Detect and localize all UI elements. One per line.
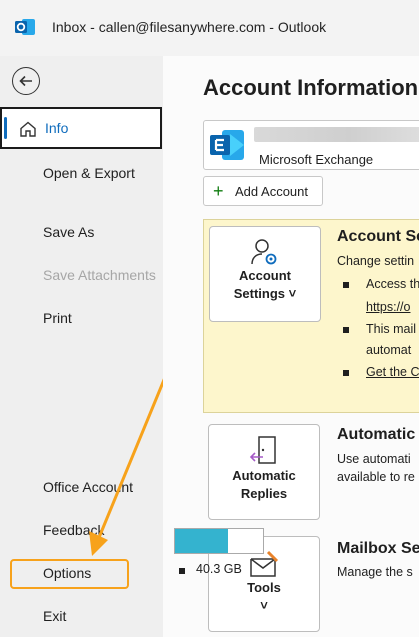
account-settings-heading: Account Se <box>337 228 419 245</box>
account-email-redacted <box>254 127 419 142</box>
door-arrow-icon <box>249 436 276 464</box>
bullet <box>343 282 349 288</box>
automatic-replies-label-1: Automatic <box>232 468 296 483</box>
automatic-replies-section: Automatic Replies Automatic Use automati… <box>203 422 419 528</box>
get-app-link[interactable]: Get the C <box>366 365 419 379</box>
mailbox-settings-heading: Mailbox Se <box>337 540 419 557</box>
bullet <box>179 568 185 574</box>
account-selector[interactable]: Microsoft Exchange <box>203 120 419 170</box>
automatic-replies-label-2: Replies <box>240 486 288 501</box>
bullet <box>343 327 349 333</box>
user-settings-icon <box>251 239 277 265</box>
exchange-icon <box>210 130 244 160</box>
mailbox-usage-fill <box>175 529 228 553</box>
automatic-replies-desc-1: Use automati <box>337 452 411 466</box>
mailbox-storage-size: 40.3 GB <box>196 562 242 576</box>
plus-icon: + <box>213 181 224 201</box>
account-settings-section: Account Settings ˅ Account Se Change set… <box>203 219 419 413</box>
account-settings-label-1: Account <box>239 268 291 283</box>
automatic-replies-heading: Automatic <box>337 426 416 443</box>
add-account-button[interactable]: + Add Account <box>203 176 323 206</box>
page-title: Account Information <box>203 75 419 100</box>
bullet <box>343 370 349 376</box>
account-type: Microsoft Exchange <box>259 152 374 167</box>
automatic-replies-desc-2: available to re <box>337 470 415 484</box>
tools-chevron: ˅ <box>260 598 268 613</box>
bullet-text: Access th <box>366 277 419 291</box>
tools-label: Tools <box>247 580 281 595</box>
automatic-replies-button[interactable]: Automatic Replies <box>208 424 320 520</box>
bullet-text: automat <box>366 343 412 357</box>
account-settings-button[interactable]: Account Settings ˅ <box>209 226 321 322</box>
owa-link[interactable]: https://o <box>366 300 410 314</box>
bullet-text: This mail <box>366 322 417 336</box>
account-settings-desc: Change settin <box>337 254 415 268</box>
add-account-label: Add Account <box>235 184 308 199</box>
account-settings-label-2: Settings ˅ <box>233 286 297 301</box>
mailbox-usage-bar <box>174 528 264 554</box>
mailbox-settings-desc: Manage the s <box>337 565 413 579</box>
